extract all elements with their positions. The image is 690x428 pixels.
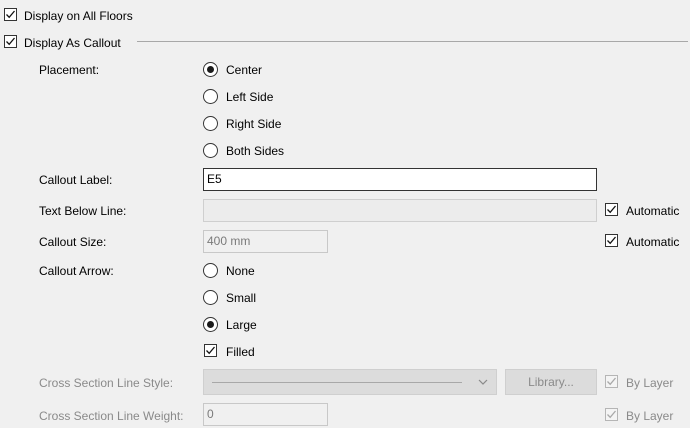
cross-section-line-style-label: Cross Section Line Style: xyxy=(39,376,174,390)
line-weight-by-layer-label: By Layer xyxy=(626,409,674,423)
line-style-preview xyxy=(212,382,462,383)
arrow-small-label: Small xyxy=(226,291,257,305)
callout-size-input[interactable]: 400 mm xyxy=(203,230,328,253)
placement-right-side-radio[interactable] xyxy=(203,116,218,131)
checkmark-icon xyxy=(607,205,616,214)
text-below-line-input[interactable] xyxy=(203,199,597,222)
callout-size-automatic-checkbox[interactable] xyxy=(605,234,618,247)
callout-arrow-label: Callout Arrow: xyxy=(39,264,114,278)
text-below-line-automatic-checkbox[interactable] xyxy=(605,203,618,216)
radio-selected-dot xyxy=(207,321,214,328)
display-all-floors-checkbox[interactable] xyxy=(4,8,17,21)
text-below-line-automatic-label: Automatic xyxy=(626,204,680,218)
library-button[interactable]: Library... xyxy=(505,369,597,395)
arrow-large-label: Large xyxy=(226,318,257,332)
checkmark-icon xyxy=(607,236,616,245)
callout-size-label: Callout Size: xyxy=(39,235,107,249)
cross-section-line-style-select[interactable] xyxy=(203,369,497,395)
placement-left-side-label: Left Side xyxy=(226,90,274,104)
placement-label: Placement: xyxy=(39,63,100,77)
line-style-by-layer-checkbox[interactable] xyxy=(605,375,618,388)
checkmark-icon xyxy=(607,410,616,419)
chevron-down-icon xyxy=(478,379,488,385)
checkmark-icon xyxy=(607,377,616,386)
arrow-none-radio[interactable] xyxy=(203,263,218,278)
callout-size-automatic-label: Automatic xyxy=(626,235,680,249)
placement-center-radio[interactable] xyxy=(203,62,218,77)
text-below-line-label: Text Below Line: xyxy=(39,204,127,218)
checkmark-icon xyxy=(6,37,15,46)
display-as-callout-checkbox[interactable] xyxy=(4,35,17,48)
arrow-none-label: None xyxy=(226,264,255,278)
callout-label-label: Callout Label: xyxy=(39,173,113,187)
arrow-filled-label: Filled xyxy=(226,345,255,359)
arrow-filled-checkbox[interactable] xyxy=(204,344,217,357)
arrow-small-radio[interactable] xyxy=(203,290,218,305)
checkmark-icon xyxy=(206,346,215,355)
line-style-by-layer-label: By Layer xyxy=(626,376,674,390)
checkmark-icon xyxy=(6,10,15,19)
cross-section-line-weight-input[interactable]: 0 xyxy=(203,403,328,426)
line-weight-by-layer-checkbox[interactable] xyxy=(605,408,618,421)
placement-left-side-radio[interactable] xyxy=(203,89,218,104)
display-all-floors-label: Display on All Floors xyxy=(24,9,133,23)
cross-section-line-weight-label: Cross Section Line Weight: xyxy=(39,409,184,423)
radio-selected-dot xyxy=(207,66,214,73)
arrow-large-radio[interactable] xyxy=(203,317,218,332)
placement-both-sides-radio[interactable] xyxy=(203,143,218,158)
section-divider xyxy=(137,41,688,42)
display-as-callout-label: Display As Callout xyxy=(24,36,121,50)
placement-center-label: Center xyxy=(226,63,263,77)
callout-label-input[interactable]: E5 xyxy=(203,168,597,191)
placement-right-side-label: Right Side xyxy=(226,117,282,131)
placement-both-sides-label: Both Sides xyxy=(226,144,285,158)
